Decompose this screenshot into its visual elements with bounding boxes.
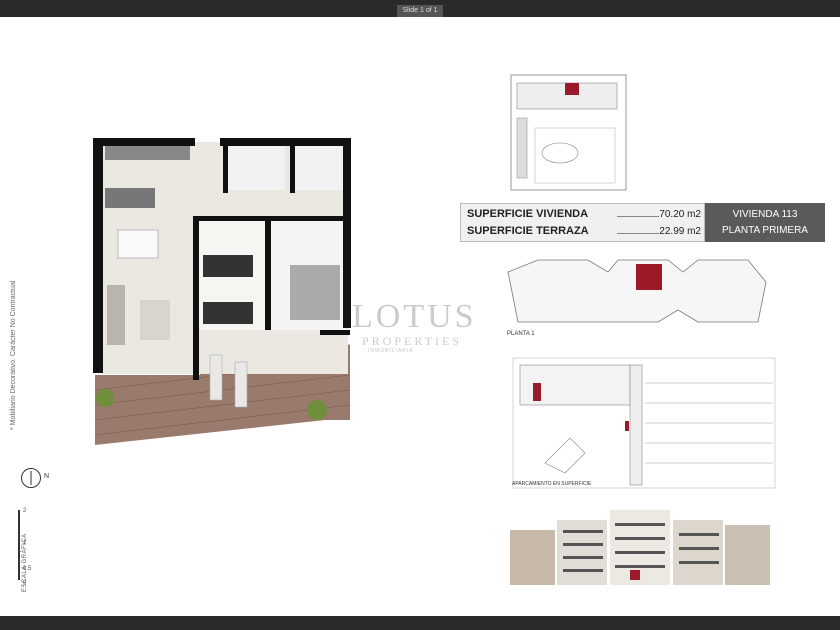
summary-row: SUPERFICIE VIVIENDA 70.20 m2 [467,208,701,224]
floor-name: PLANTA PRIMERA [722,225,808,236]
leader-line [617,233,659,234]
leader-line [617,216,659,217]
scale-mark: 2 [23,508,27,514]
site-plan-floor-label: PLANTA 1 [507,331,535,337]
unit-block: VIVIENDA 113 PLANTA PRIMERA [705,203,825,242]
site-plan-drawing [512,357,776,489]
unit-number: VIVIENDA 113 [732,209,798,220]
watermark-tag: INMOBILIARIA [368,348,414,354]
area-value: 22.99 m2 [659,226,701,237]
viewer-bottom-bar [0,616,840,630]
elevation-drawing [510,510,770,585]
watermark-brand: LOTUS [352,298,477,335]
key-plan-drawing [510,74,627,191]
floor-plan-drawing [93,138,351,445]
north-label: N [44,473,50,480]
watermark-sub: PROPERTIES [362,334,462,348]
disclaimer-note: * Mobiliario Decorativo. Carácter No Con… [10,280,17,430]
parking-label: APARCAMIENTO EN SUPERFICIE [512,481,592,487]
summary-row: SUPERFICIE TERRAZA 22.99 m2 [467,225,701,241]
area-label: SUPERFICIE VIVIENDA [467,208,589,220]
north-arrow-icon [21,468,41,488]
slide-indicator: Slide 1 of 1 [397,5,443,17]
area-value: 70.20 m2 [659,209,701,220]
area-block: SUPERFICIE VIVIENDA 70.20 m2 SUPERFICIE … [460,203,705,242]
scale-label: ESCALA GRÁFICA [22,533,28,592]
area-label: SUPERFICIE TERRAZA [467,225,589,237]
building-footprint-drawing [507,259,767,323]
unit-summary-table: SUPERFICIE VIVIENDA 70.20 m2 SUPERFICIE … [460,203,825,242]
